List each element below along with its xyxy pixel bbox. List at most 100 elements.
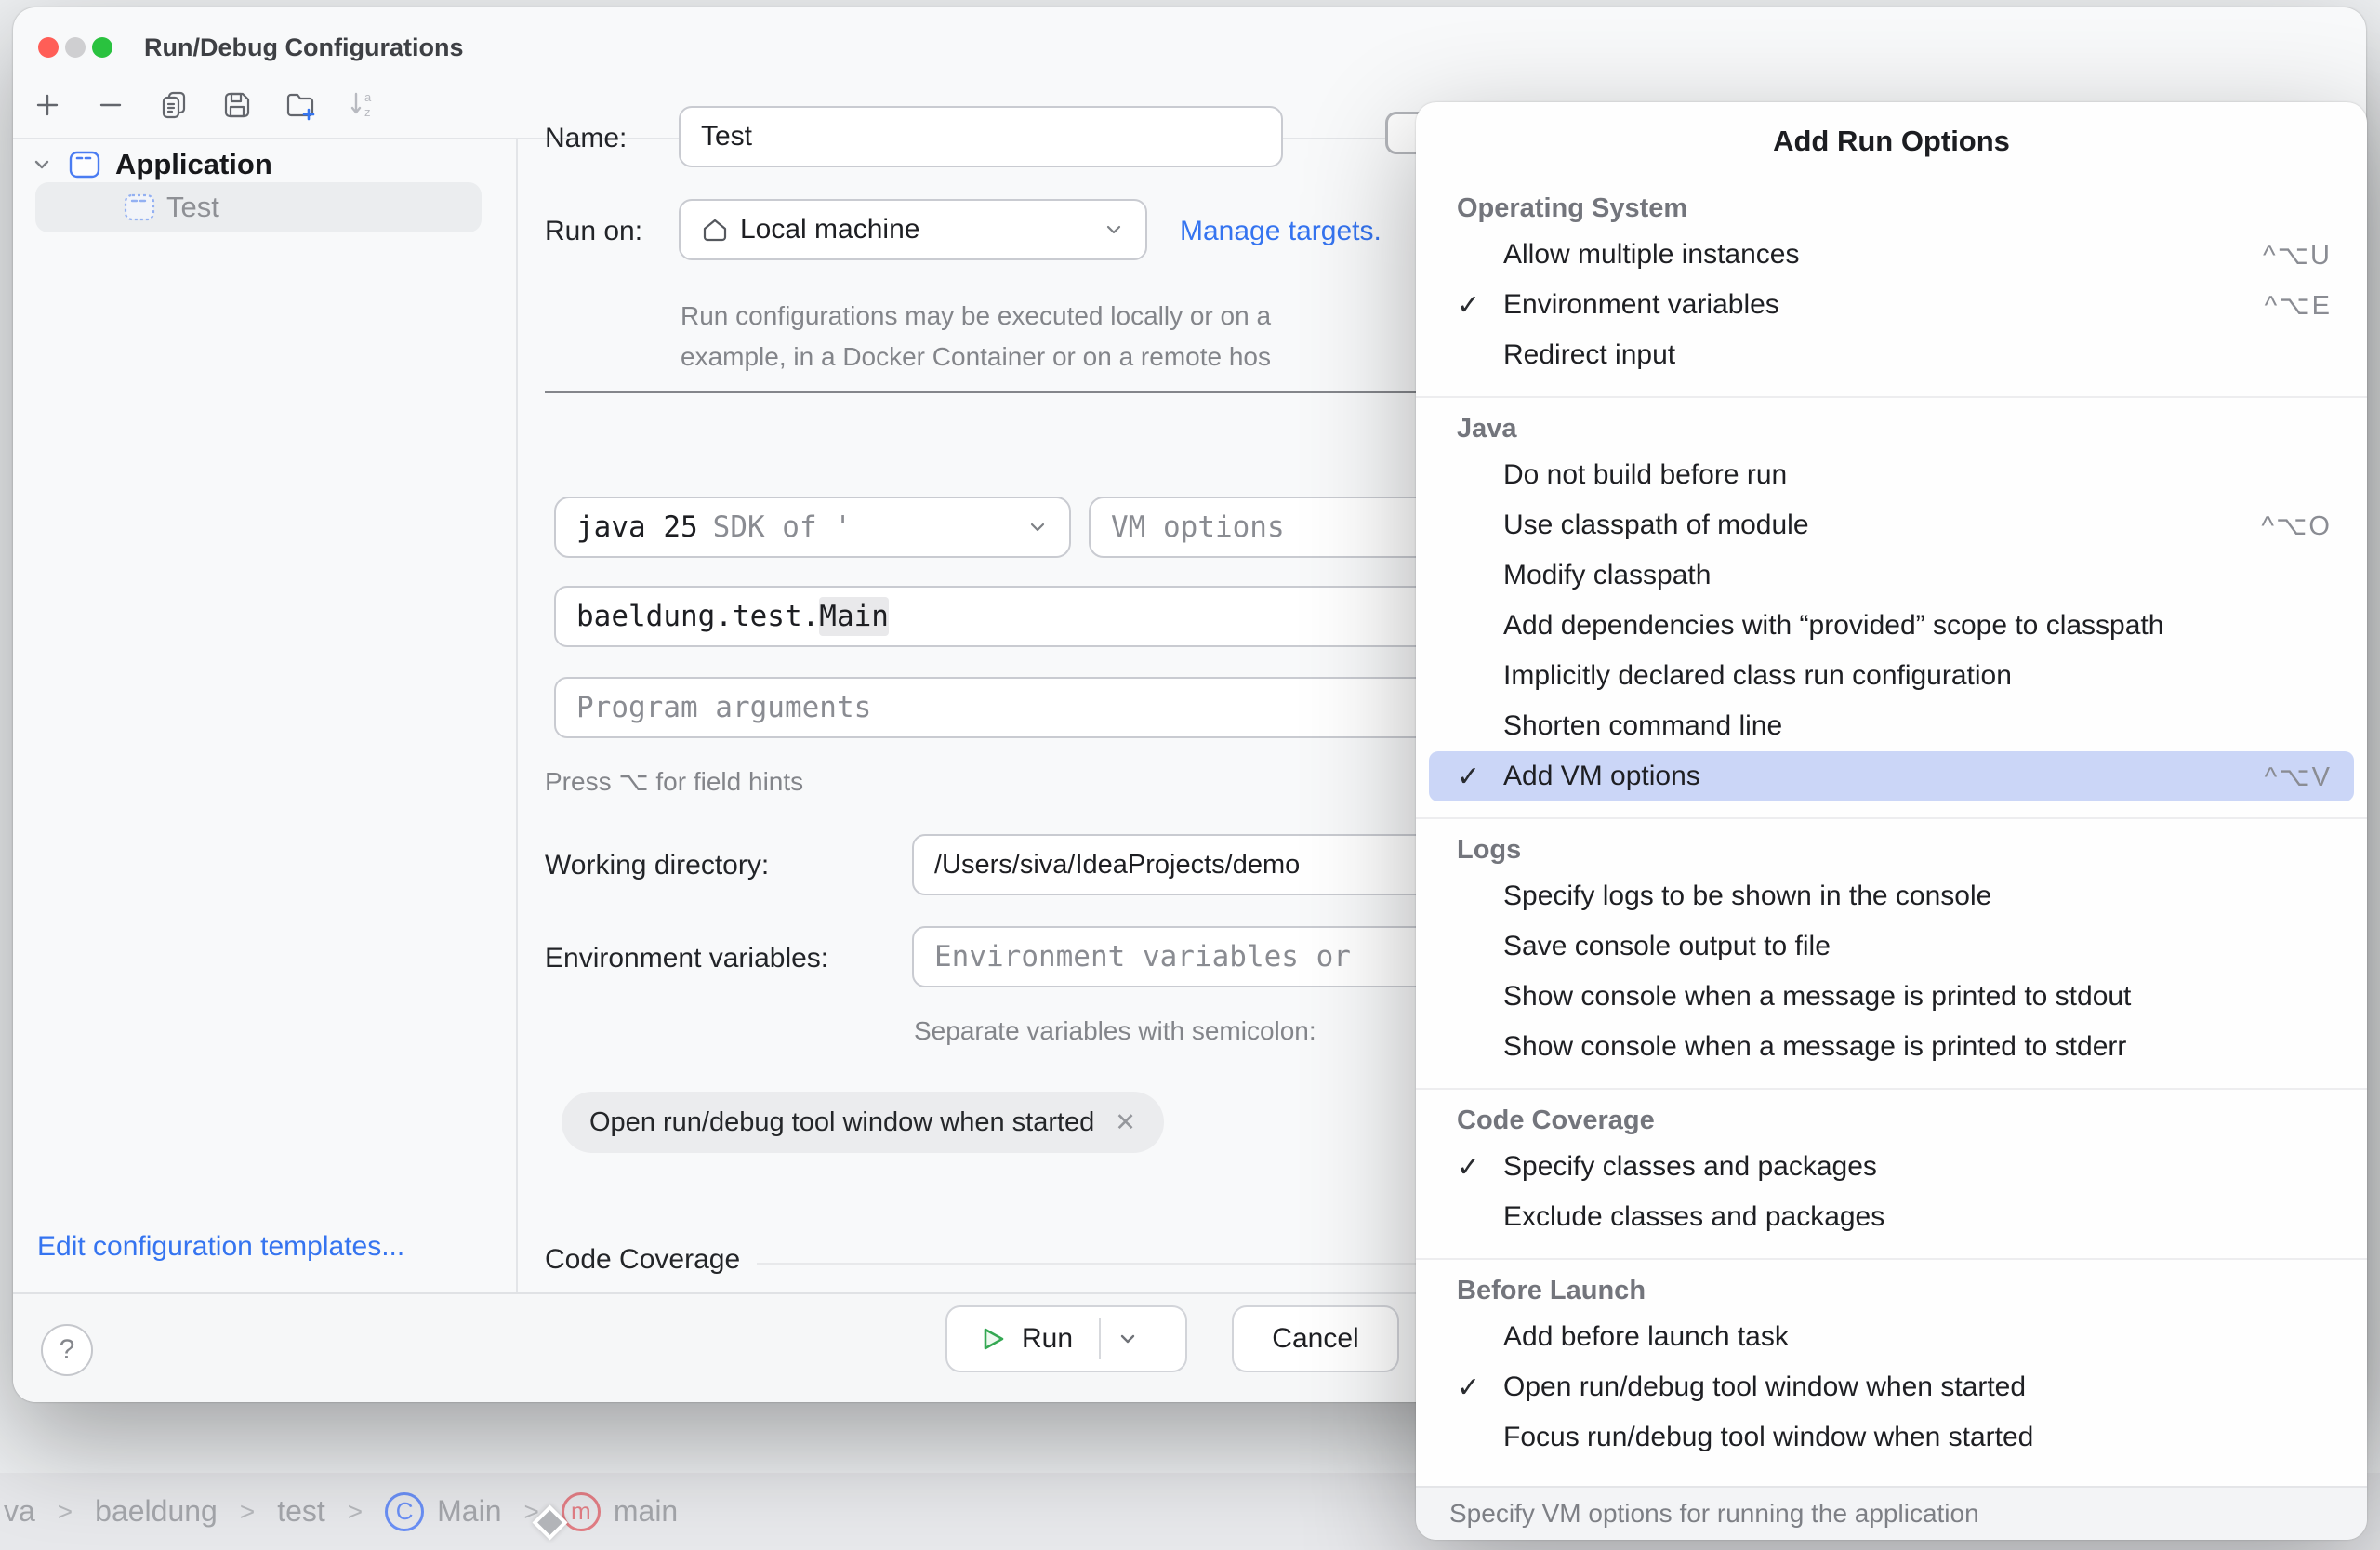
sidebar-item-application-group[interactable]: Application bbox=[30, 143, 272, 186]
sidebar-item-label: Test bbox=[166, 191, 219, 224]
remove-icon[interactable] bbox=[89, 84, 132, 126]
menu-item[interactable]: Specify logs to be shown in the console bbox=[1429, 871, 2354, 921]
configurations-toolbar: a z bbox=[26, 84, 385, 126]
menu-item[interactable]: Save console output to file bbox=[1429, 921, 2354, 972]
popup-footer-hint: Specify VM options for running the appli… bbox=[1416, 1486, 2367, 1540]
application-icon bbox=[122, 190, 157, 225]
run-on-label: Run on: bbox=[545, 216, 642, 247]
menu-item[interactable]: Show console when a message is printed t… bbox=[1429, 972, 2354, 1022]
menu-item-label: Do not build before run bbox=[1503, 459, 2332, 491]
menu-item[interactable]: ✓Add VM options^⌥V bbox=[1429, 751, 2354, 801]
menu-item[interactable]: Focus run/debug tool window when started bbox=[1429, 1412, 2354, 1463]
menu-item-label: Add dependencies with “provided” scope t… bbox=[1503, 610, 2332, 642]
menu-item-label: Allow multiple instances bbox=[1503, 239, 2263, 271]
menu-item[interactable]: Show console when a message is printed t… bbox=[1429, 1022, 2354, 1072]
checkmark-icon: ✓ bbox=[1457, 1371, 1503, 1404]
field-hints-text: Press ⌥ for field hints bbox=[545, 766, 803, 797]
main-class-prefix: baeldung.test. bbox=[576, 600, 819, 633]
minimize-button[interactable] bbox=[65, 37, 86, 58]
breadcrumb-separator: > bbox=[58, 1497, 73, 1527]
chevron-down-icon bbox=[1026, 516, 1049, 538]
sidebar-group-label: Application bbox=[115, 148, 272, 181]
environment-variables-hint: Separate variables with semicolon: bbox=[914, 1016, 1316, 1046]
menu-item[interactable]: Use classpath of module^⌥O bbox=[1429, 500, 2354, 550]
menu-item-label: Specify logs to be shown in the console bbox=[1503, 881, 2332, 912]
edit-configuration-templates-link[interactable]: Edit configuration templates... bbox=[37, 1231, 404, 1263]
menu-item[interactable]: ✓Environment variables^⌥E bbox=[1429, 280, 2354, 330]
breadcrumb-label: test bbox=[277, 1494, 325, 1529]
menu-section-header: Logs bbox=[1429, 828, 2354, 871]
popup-title: Add Run Options bbox=[1416, 125, 2367, 162]
main-class-highlighted: Main bbox=[819, 597, 889, 636]
program-arguments-input[interactable]: Program arguments bbox=[554, 677, 1484, 738]
menu-item[interactable]: Shorten command line bbox=[1429, 701, 2354, 751]
menu-item-label: Open run/debug tool window when started bbox=[1503, 1371, 2332, 1403]
menu-item[interactable]: Do not build before run bbox=[1429, 450, 2354, 500]
cancel-button[interactable]: Cancel bbox=[1232, 1305, 1399, 1372]
menu-section-header: Before Launch bbox=[1429, 1269, 2354, 1312]
main-class-input[interactable]: baeldung.test.Main bbox=[554, 586, 1484, 647]
chevron-down-icon bbox=[1103, 219, 1125, 241]
menu-item[interactable]: Redirect input bbox=[1429, 330, 2354, 380]
menu-item[interactable]: Modify classpath bbox=[1429, 550, 2354, 601]
run-on-select[interactable]: Local machine bbox=[679, 199, 1147, 260]
menu-item-label: Shorten command line bbox=[1503, 710, 2332, 742]
help-button[interactable]: ? bbox=[41, 1324, 93, 1376]
chevron-down-icon[interactable] bbox=[1116, 1327, 1140, 1351]
menu-item-label: Exclude classes and packages bbox=[1503, 1201, 2332, 1233]
menu-section-divider bbox=[1416, 1088, 2367, 1090]
breadcrumb-item[interactable]: test bbox=[277, 1494, 325, 1529]
checkmark-icon: ✓ bbox=[1457, 761, 1503, 793]
add-run-options-popup: Add Run Options Operating SystemAllow mu… bbox=[1416, 102, 2367, 1540]
save-icon[interactable] bbox=[216, 84, 258, 126]
working-directory-value: /Users/siva/IdeaProjects/demo bbox=[934, 850, 1300, 881]
svg-text:z: z bbox=[364, 105, 371, 119]
menu-section-divider bbox=[1416, 817, 2367, 819]
code-coverage-section-header: Code Coverage bbox=[545, 1244, 740, 1276]
environment-variables-input[interactable]: Environment variables or bbox=[912, 926, 1488, 987]
name-input[interactable]: Test bbox=[679, 106, 1283, 167]
jre-select[interactable]: java 25 SDK of ' bbox=[554, 497, 1071, 558]
run-button-label: Run bbox=[1022, 1323, 1073, 1355]
menu-item-label: Environment variables bbox=[1503, 289, 2265, 321]
application-icon bbox=[67, 147, 102, 182]
menu-item-label: Add VM options bbox=[1503, 761, 2265, 792]
sort-alphabetically-icon[interactable]: a z bbox=[342, 84, 385, 126]
sidebar-item-test[interactable]: Test bbox=[35, 182, 482, 232]
menu-item[interactable]: Allow multiple instances^⌥U bbox=[1429, 230, 2354, 280]
new-folder-icon[interactable] bbox=[279, 84, 322, 126]
menu-item-label: Show console when a message is printed t… bbox=[1503, 1031, 2332, 1063]
breadcrumb-item[interactable]: va bbox=[4, 1494, 35, 1529]
manage-targets-link[interactable]: Manage targets. bbox=[1180, 216, 1382, 247]
method-icon: m bbox=[562, 1492, 601, 1531]
close-button[interactable] bbox=[38, 37, 59, 58]
menu-item[interactable]: Add before launch task bbox=[1429, 1312, 2354, 1362]
copy-icon[interactable] bbox=[152, 84, 195, 126]
menu-item-shortcut: ^⌥U bbox=[2263, 239, 2332, 272]
menu-item[interactable]: ✓Open run/debug tool window when started bbox=[1429, 1362, 2354, 1412]
menu-item[interactable]: ✓Specify classes and packages bbox=[1429, 1142, 2354, 1192]
run-button[interactable]: Run bbox=[945, 1305, 1187, 1372]
breadcrumb-item[interactable]: baeldung bbox=[95, 1494, 218, 1529]
menu-item[interactable]: Add dependencies with “provided” scope t… bbox=[1429, 601, 2354, 651]
menu-item-label: Show console when a message is printed t… bbox=[1503, 981, 2332, 1013]
cancel-button-label: Cancel bbox=[1272, 1323, 1358, 1355]
open-tool-window-chip[interactable]: Open run/debug tool window when started … bbox=[562, 1092, 1164, 1153]
checkmark-icon: ✓ bbox=[1457, 289, 1503, 322]
menu-section-divider bbox=[1416, 1258, 2367, 1260]
menu-item-label: Implicitly declared class run configurat… bbox=[1503, 660, 2332, 692]
add-icon[interactable] bbox=[26, 84, 69, 126]
sidebar-divider bbox=[516, 139, 518, 1292]
menu-item-label: Specify classes and packages bbox=[1503, 1151, 2332, 1183]
breadcrumb-item[interactable]: CMain bbox=[385, 1492, 501, 1531]
close-icon[interactable]: ✕ bbox=[1115, 1108, 1136, 1137]
menu-item[interactable]: Implicitly declared class run configurat… bbox=[1429, 651, 2354, 701]
breadcrumb-item[interactable]: mmain bbox=[562, 1492, 678, 1531]
menu-item-label: Save console output to file bbox=[1503, 931, 2332, 962]
working-directory-input[interactable]: /Users/siva/IdeaProjects/demo bbox=[912, 834, 1488, 895]
menu-item-label: Focus run/debug tool window when started bbox=[1503, 1422, 2332, 1453]
chevron-down-icon[interactable] bbox=[30, 152, 54, 177]
zoom-button[interactable] bbox=[92, 37, 112, 58]
menu-item-shortcut: ^⌥O bbox=[2261, 510, 2332, 542]
menu-item[interactable]: Exclude classes and packages bbox=[1429, 1192, 2354, 1242]
